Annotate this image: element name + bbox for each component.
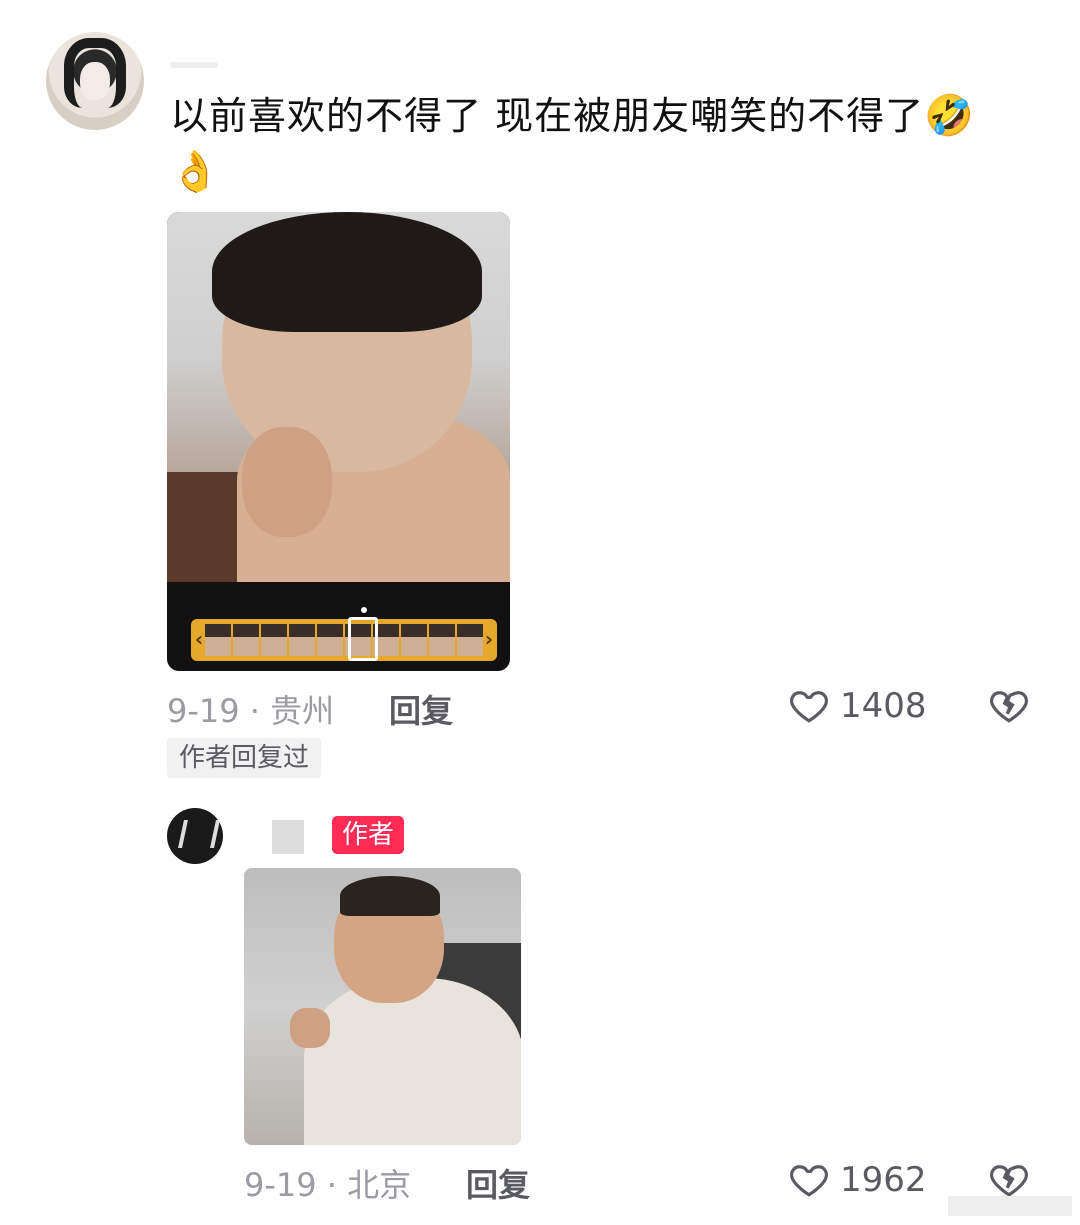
trim-right-handle-icon[interactable]: › [485, 627, 493, 651]
playhead-dot [361, 607, 367, 613]
reply-date-location: 9-19 · 北京 [244, 1166, 412, 1204]
commenter-avatar[interactable] [46, 32, 144, 130]
rolling-laugh-emoji-icon: 🤣 [924, 93, 975, 139]
timeline-frame-selector[interactable] [348, 617, 378, 661]
reply-button[interactable]: 回复 [389, 686, 453, 732]
comment-text: 以前喜欢的不得了 现在被朋友嘲笑的不得了🤣 👌 [170, 88, 1050, 200]
comment-date-location: 9-19 · 贵州 [167, 692, 335, 730]
author-username[interactable] [272, 820, 304, 854]
dislike-button[interactable] [988, 684, 1030, 730]
watermark-overlay [948, 1196, 1072, 1216]
reply-like-button[interactable] [788, 1158, 830, 1204]
ok-hand-emoji-icon: 👌 [170, 149, 221, 195]
like-count: 1408 [840, 686, 927, 726]
reply-like-count: 1962 [840, 1160, 927, 1200]
author-replied-tag: 作者回复过 [167, 738, 322, 778]
heart-outline-icon [790, 691, 828, 723]
reply-reply-button[interactable]: 回复 [466, 1160, 530, 1206]
comment-video-attachment[interactable]: ‹ › [167, 212, 510, 671]
video-timeline-scrubber[interactable]: ‹ › [191, 617, 497, 661]
broken-heart-icon [990, 1165, 1028, 1197]
heart-outline-icon [790, 1165, 828, 1197]
trim-left-handle-icon[interactable]: ‹ [195, 627, 203, 651]
like-button[interactable] [788, 684, 830, 730]
comment-body: 以前喜欢的不得了 现在被朋友嘲笑的不得了 [170, 94, 925, 138]
author-badge: 作者 [332, 816, 405, 854]
reply-sticker-image[interactable] [244, 868, 521, 1145]
commenter-username[interactable] [170, 62, 218, 68]
author-avatar[interactable] [167, 808, 223, 864]
broken-heart-icon [990, 691, 1028, 723]
